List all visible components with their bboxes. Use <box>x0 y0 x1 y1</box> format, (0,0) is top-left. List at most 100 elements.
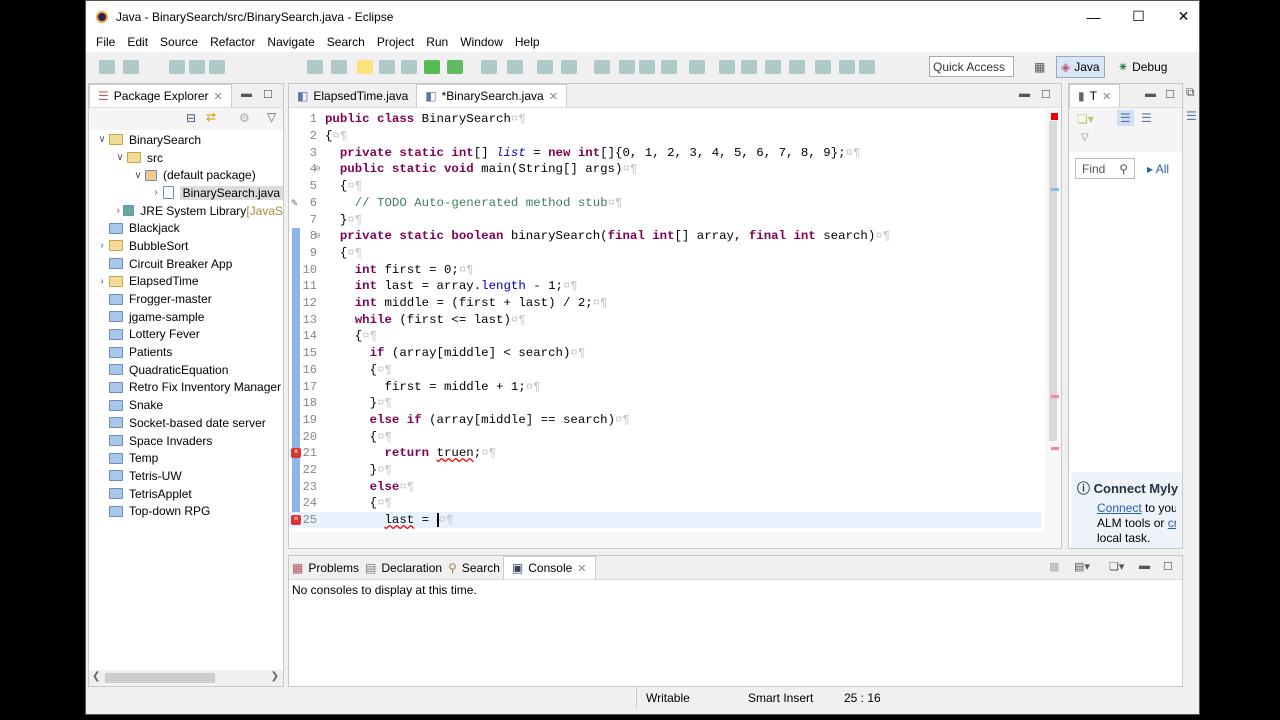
code-line[interactable]: 14 {¤¶ <box>289 328 1041 345</box>
code-line[interactable]: 17 first = middle + 1;¤¶ <box>289 378 1041 395</box>
horizontal-scrollbar[interactable] <box>289 532 1061 548</box>
link-with-editor-icon[interactable]: ⇄ <box>206 110 216 124</box>
tab-elapsedtime-java[interactable]: ◧ ElapsedTime.java <box>289 84 416 107</box>
view-menu-icon[interactable]: ▽ <box>1081 132 1089 143</box>
view-menu-icon[interactable]: ▽ <box>267 110 276 124</box>
tree-item[interactable]: Temp <box>89 449 283 467</box>
connect-link[interactable]: Connect <box>1097 501 1142 515</box>
new-task-icon[interactable]: ❏▾ <box>1077 112 1094 126</box>
code-line[interactable]: 25 last = ¤¶ × <box>289 511 1041 529</box>
menu-search[interactable]: Search <box>321 35 371 49</box>
horizontal-scrollbar[interactable]: ❮ ❯ <box>89 670 283 686</box>
tree-item[interactable]: Top-down RPG <box>89 502 283 520</box>
last-edit-icon[interactable] <box>719 60 735 74</box>
tree-item[interactable]: TetrisApplet <box>89 485 283 503</box>
code-line[interactable]: 2 {¤¶ <box>289 128 1041 145</box>
error-marker[interactable] <box>1051 395 1059 398</box>
menu-project[interactable]: Project <box>371 35 420 49</box>
tree-item[interactable]: › JRE System Library [JavaS <box>89 202 283 220</box>
menu-run[interactable]: Run <box>420 35 454 49</box>
new-class-icon[interactable] <box>561 60 577 74</box>
tree-item[interactable]: ∨ (default package) <box>89 166 283 184</box>
back-icon[interactable] <box>741 60 757 74</box>
toggle-block-selection-icon[interactable] <box>357 60 373 74</box>
back-dropdown-icon[interactable] <box>765 60 781 74</box>
tab-task-list[interactable]: ▮ T ✕ <box>1069 84 1121 107</box>
error-marker-icon[interactable]: × <box>291 515 301 526</box>
forward-dropdown-icon[interactable] <box>815 60 831 74</box>
close-icon[interactable]: ✕ <box>549 90 558 103</box>
close-icon[interactable]: ✕ <box>1102 90 1111 103</box>
all-filter-link[interactable]: ▸ All <box>1147 162 1169 176</box>
minimize-view-icon[interactable]: ▬ <box>1145 88 1156 100</box>
scheduled-icon[interactable]: ☰ <box>1141 111 1152 125</box>
pin-console-icon[interactable]: ▦ <box>1049 560 1059 573</box>
code-line[interactable]: 10 int first = 0;¤¶ <box>289 261 1041 278</box>
error-marker-icon[interactable]: × <box>291 448 301 459</box>
task-marker[interactable] <box>1051 188 1059 191</box>
error-indicator[interactable] <box>1051 113 1058 120</box>
code-line[interactable]: 18 }¤¶ <box>289 395 1041 412</box>
tree-item[interactable]: ∨ BinarySearch <box>89 131 283 149</box>
tab-problems[interactable]: ▦ Problems <box>289 556 362 579</box>
tree-item[interactable]: Lottery Fever <box>89 326 283 344</box>
new-icon[interactable] <box>99 60 115 74</box>
task-find-input[interactable]: Find ⚲ <box>1075 158 1135 179</box>
code-line[interactable]: 15 if (array[middle] < search)¤¶ <box>289 345 1041 362</box>
tree-item[interactable]: Frogger-master <box>89 290 283 308</box>
menu-help[interactable]: Help <box>509 35 546 49</box>
minimize-button[interactable]: — <box>1071 1 1116 32</box>
categorized-icon[interactable]: ☰ <box>1117 110 1134 126</box>
save-icon[interactable] <box>169 60 185 74</box>
open-type-icon[interactable] <box>331 60 347 74</box>
tree-item[interactable]: Space Invaders <box>89 432 283 450</box>
new-package-icon[interactable] <box>594 60 610 74</box>
expand-chevron-icon[interactable]: › <box>95 276 109 287</box>
menu-source[interactable]: Source <box>154 35 204 49</box>
code-line[interactable]: 20 {¤¶ <box>289 428 1041 445</box>
create-task-link[interactable]: cre <box>1168 516 1176 530</box>
close-icon[interactable]: ✕ <box>213 90 222 103</box>
tree-item[interactable]: Patients <box>89 343 283 361</box>
tab-search[interactable]: ⚲ Search <box>445 556 503 579</box>
menu-file[interactable]: File <box>90 35 121 49</box>
new-java-project-icon[interactable] <box>537 60 553 74</box>
menu-navigate[interactable]: Navigate <box>261 35 320 49</box>
code-line[interactable]: 4 public static void main(String[] args)… <box>289 161 1041 178</box>
minimize-view-icon[interactable]: ▬ <box>1019 88 1030 100</box>
external-tools-icon[interactable] <box>507 60 523 74</box>
tree-item[interactable]: Socket-based date server <box>89 414 283 432</box>
code-line[interactable]: 19 else if (array[middle] == search)¤¶ <box>289 412 1041 429</box>
task-marker-icon[interactable]: ✎ <box>291 196 298 210</box>
tree-item[interactable]: ∨ src <box>89 149 283 167</box>
save-all-icon[interactable] <box>189 60 205 74</box>
open-task-icon[interactable] <box>619 60 635 74</box>
tree-item[interactable]: Snake <box>89 396 283 414</box>
fold-toggle-icon[interactable]: ⊖ <box>315 231 320 241</box>
expand-chevron-icon[interactable]: › <box>95 240 109 251</box>
tree-item[interactable]: › BubbleSort <box>89 237 283 255</box>
run-icon[interactable] <box>447 60 463 74</box>
fold-toggle-icon[interactable]: ⊖ <box>315 164 320 174</box>
scroll-right-icon[interactable]: ❯ <box>271 671 279 682</box>
pin-icon[interactable] <box>839 60 855 74</box>
tree-item[interactable]: Tetris-UW <box>89 467 283 485</box>
open-console-icon[interactable]: ❏▾ <box>1109 560 1124 573</box>
menu-window[interactable]: Window <box>454 35 509 49</box>
extra-icon[interactable] <box>859 60 875 74</box>
tree-item[interactable]: › BinarySearch.java <box>89 184 283 202</box>
code-line[interactable]: 7 }¤¶ <box>289 211 1041 228</box>
menu-edit[interactable]: Edit <box>121 35 154 49</box>
maximize-view-icon[interactable]: ☐ <box>1041 88 1051 101</box>
collapse-chevron-icon[interactable]: ∨ <box>95 134 109 145</box>
tree-item[interactable]: Blackjack <box>89 219 283 237</box>
error-marker[interactable] <box>1051 447 1059 450</box>
code-line[interactable]: 3 private static int[] list = new int[]{… <box>289 144 1041 161</box>
code-line[interactable]: 8 private static boolean binarySearch(fi… <box>289 228 1041 245</box>
expand-chevron-icon[interactable]: › <box>113 205 123 216</box>
code-line[interactable]: 1 public class BinarySearch¤¶ <box>289 111 1041 128</box>
perspective-java[interactable]: ◈ Java <box>1056 56 1105 78</box>
code-line[interactable]: 13 while (first <= last)¤¶ <box>289 311 1041 328</box>
tab-console[interactable]: ▣ Console ✕ <box>502 556 596 579</box>
tab-binarysearch-java[interactable]: ◧ *BinarySearch.java ✕ <box>416 84 567 107</box>
